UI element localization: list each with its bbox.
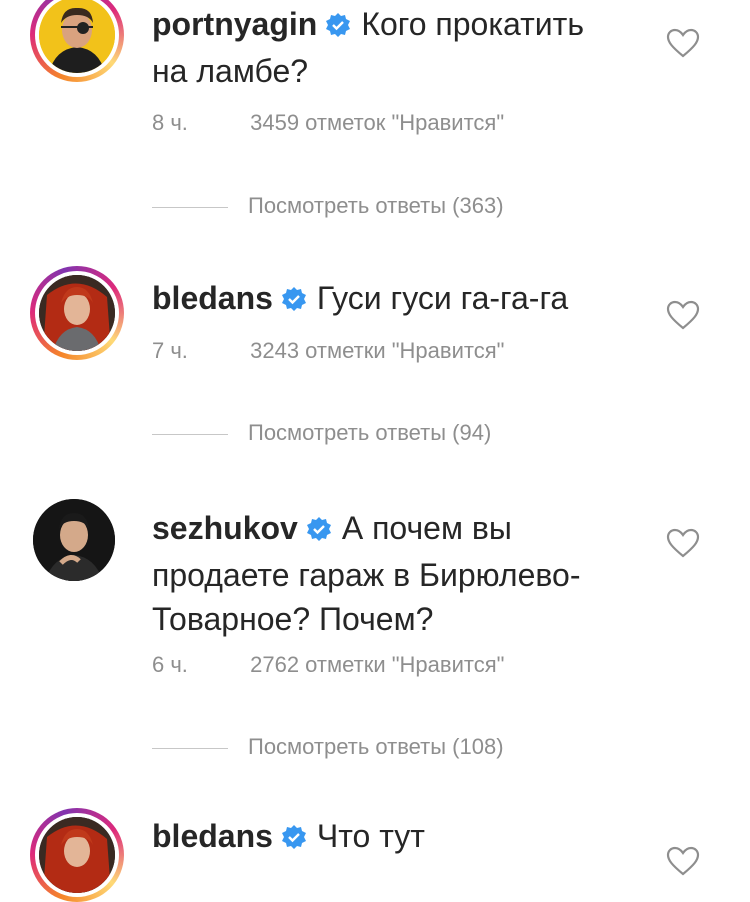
view-replies-button[interactable]: Посмотреть ответы (108) bbox=[152, 734, 504, 760]
comment-username[interactable]: portnyagin bbox=[152, 6, 317, 42]
avatar[interactable] bbox=[30, 0, 124, 82]
comment-likes[interactable]: 3459 отметок "Нравится" bbox=[250, 110, 504, 135]
comment-username[interactable]: bledans bbox=[152, 818, 273, 854]
view-replies-button[interactable]: Посмотреть ответы (363) bbox=[152, 193, 504, 219]
comment-time: 6 ч. bbox=[152, 652, 188, 677]
verified-badge-icon bbox=[306, 509, 332, 553]
verified-badge-icon bbox=[325, 5, 351, 49]
comment-likes[interactable]: 2762 отметки "Нравится" bbox=[250, 652, 504, 677]
comment-likes[interactable]: 3243 отметки "Нравится" bbox=[250, 338, 504, 363]
replies-divider bbox=[152, 206, 228, 208]
view-replies-button[interactable]: Посмотреть ответы (94) bbox=[152, 420, 491, 446]
comment-username[interactable]: sezhukov bbox=[152, 510, 298, 546]
verified-badge-icon bbox=[281, 817, 307, 861]
replies-divider bbox=[152, 433, 228, 435]
like-heart-icon[interactable] bbox=[666, 300, 700, 330]
avatar[interactable] bbox=[30, 496, 124, 590]
comment-username[interactable]: bledans bbox=[152, 280, 273, 316]
comment-time: 7 ч. bbox=[152, 338, 188, 363]
comment-text: Гуси гуси га-га-га bbox=[316, 280, 569, 316]
comment-time: 8 ч. bbox=[152, 110, 188, 135]
verified-badge-icon bbox=[281, 279, 307, 323]
like-heart-icon[interactable] bbox=[666, 528, 700, 558]
like-heart-icon[interactable] bbox=[666, 846, 700, 876]
avatar[interactable] bbox=[30, 266, 124, 360]
replies-divider bbox=[152, 747, 228, 749]
like-heart-icon[interactable] bbox=[666, 28, 700, 58]
comment-text: Что тут bbox=[316, 818, 425, 854]
avatar[interactable] bbox=[30, 808, 124, 902]
